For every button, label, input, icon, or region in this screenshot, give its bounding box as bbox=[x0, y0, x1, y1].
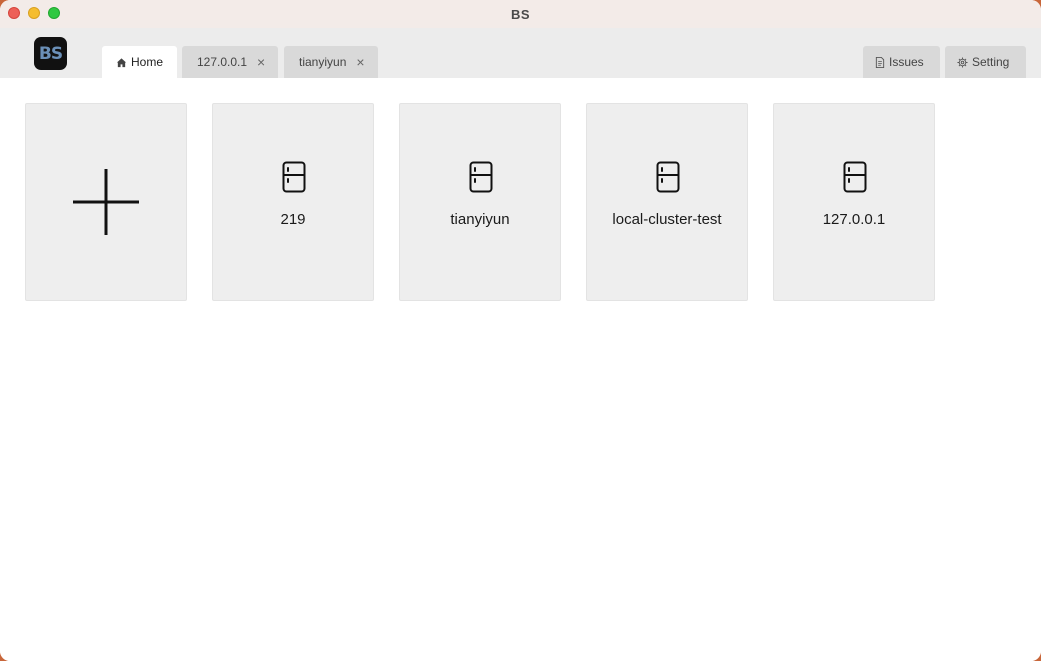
server-card-local-cluster-test[interactable]: local-cluster-test bbox=[586, 103, 748, 301]
issues-button[interactable]: Issues bbox=[863, 46, 940, 78]
server-name: local-cluster-test bbox=[612, 211, 722, 228]
server-name: tianyiyun bbox=[450, 211, 510, 228]
add-server-card[interactable] bbox=[25, 103, 187, 301]
app-logo: BS bbox=[34, 37, 67, 70]
gear-icon bbox=[957, 56, 968, 68]
tab-127-0-0-1[interactable]: 127.0.0.1 × bbox=[182, 46, 278, 78]
server-icon bbox=[843, 161, 867, 193]
server-name: 127.0.0.1 bbox=[822, 211, 886, 228]
close-tab-icon[interactable]: × bbox=[257, 54, 265, 70]
server-icon bbox=[469, 161, 493, 193]
home-icon bbox=[116, 57, 127, 67]
server-icon bbox=[282, 161, 306, 193]
title-bar: BS bbox=[0, 0, 1041, 28]
window-title: BS bbox=[510, 6, 531, 22]
tab-bar: BS Home 127.0.0.1 × tianyiyun × Issues S… bbox=[0, 28, 1041, 78]
tab-home[interactable]: Home bbox=[102, 46, 177, 78]
close-window-button[interactable] bbox=[8, 7, 20, 19]
setting-label: Setting bbox=[972, 55, 1010, 69]
logo-text: BS bbox=[38, 43, 63, 64]
document-icon bbox=[875, 56, 885, 68]
main-content: 219 tianyiyun local-cluster-test 127.0.0… bbox=[0, 78, 1041, 661]
tab-label: Home bbox=[130, 55, 163, 69]
tab-label: tianyiyun bbox=[299, 55, 347, 69]
server-card-127-0-0-1[interactable]: 127.0.0.1 bbox=[773, 103, 935, 301]
maximize-window-button[interactable] bbox=[48, 7, 60, 19]
issues-label: Issues bbox=[889, 55, 924, 69]
setting-button[interactable]: Setting bbox=[945, 46, 1026, 78]
minimize-window-button[interactable] bbox=[28, 7, 40, 19]
server-name: 219 bbox=[280, 211, 306, 228]
plus-icon bbox=[73, 169, 139, 235]
tab-label: 127.0.0.1 bbox=[197, 55, 248, 69]
window-controls bbox=[8, 7, 60, 19]
tab-tianyiyun[interactable]: tianyiyun × bbox=[284, 46, 378, 78]
close-tab-icon[interactable]: × bbox=[356, 54, 364, 70]
app-window: BS BS Home 127.0.0.1 × tianyiyun × Issue… bbox=[0, 0, 1041, 661]
server-icon bbox=[656, 161, 680, 193]
server-card-tianyiyun[interactable]: tianyiyun bbox=[399, 103, 561, 301]
server-card-219[interactable]: 219 bbox=[212, 103, 374, 301]
